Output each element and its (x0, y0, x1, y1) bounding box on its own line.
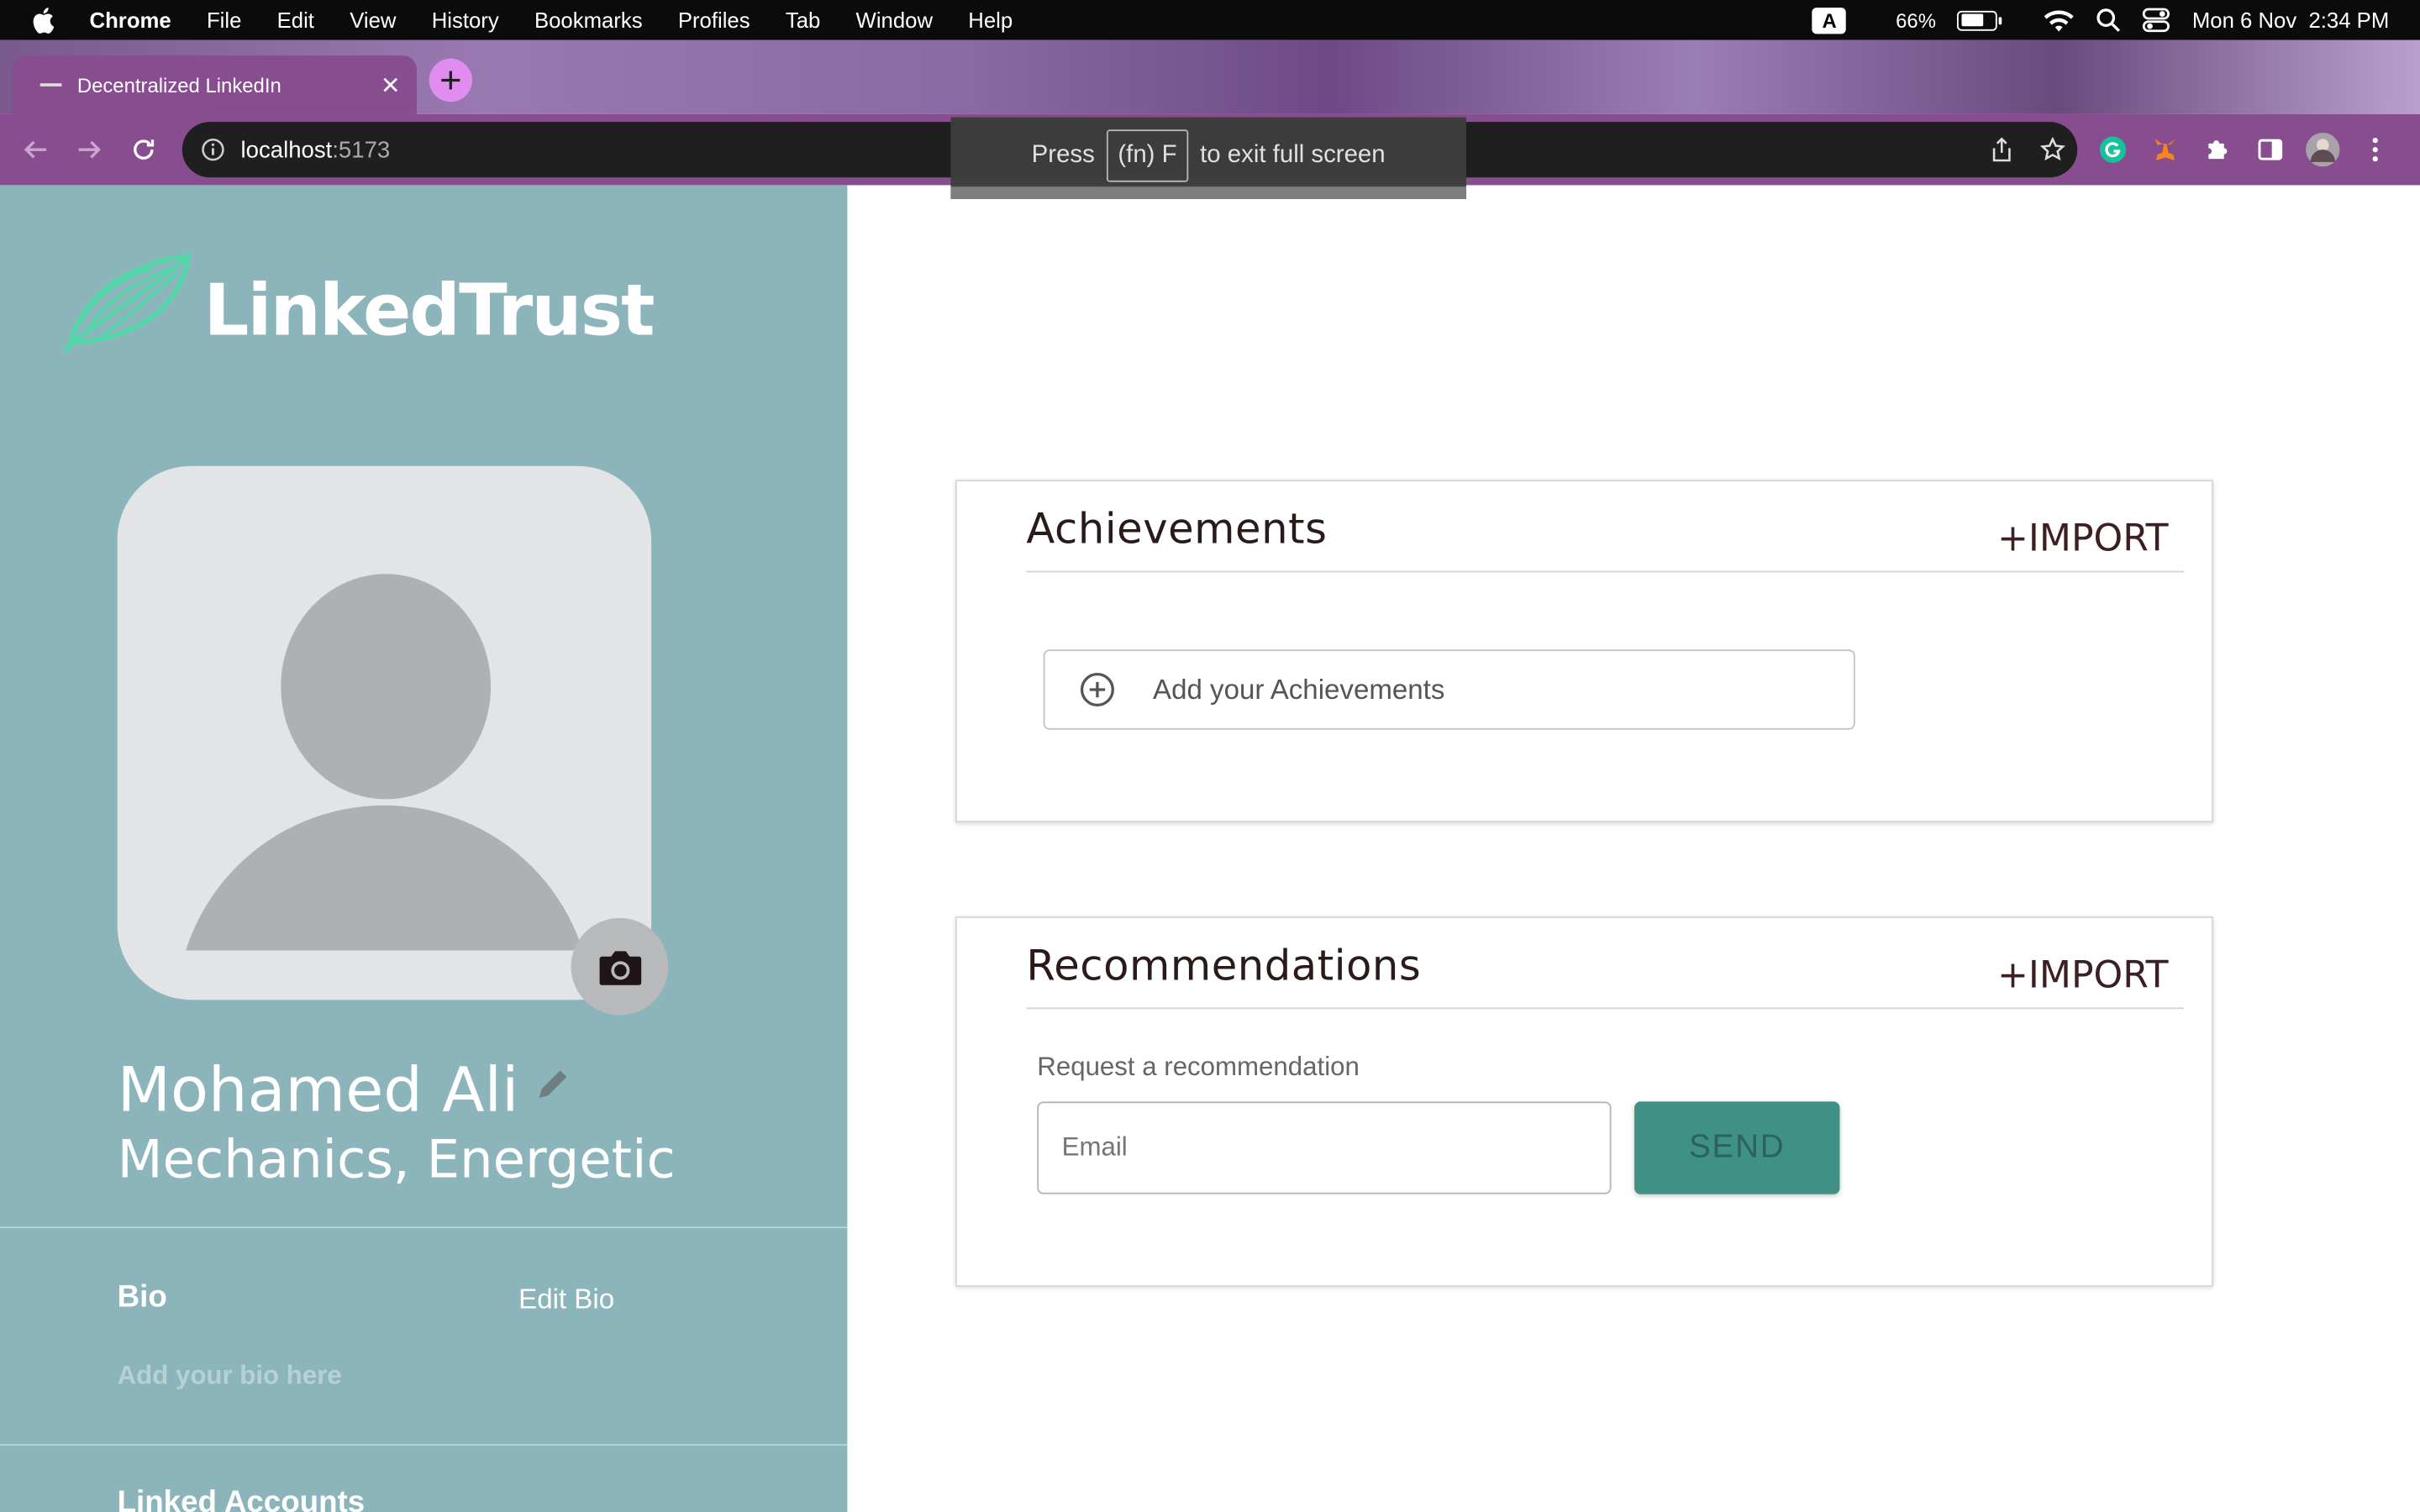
site-info-icon[interactable] (201, 137, 225, 161)
menu-app-name[interactable]: Chrome (90, 8, 171, 32)
achievements-card: Achievements +IMPORT Add your Achievemen… (955, 480, 2213, 822)
back-arrow-icon[interactable] (15, 129, 55, 170)
fullscreen-exit-toast: Press (fn) F to exit full screen (950, 117, 1466, 199)
card-divider (1026, 1007, 2184, 1010)
menu-tab[interactable]: Tab (786, 8, 820, 32)
spotlight-search-icon[interactable] (2096, 8, 2121, 32)
battery-percent: 66% (1896, 8, 1936, 32)
sidebar-divider (0, 1226, 848, 1229)
grammarly-extension-icon[interactable] (2096, 133, 2129, 166)
metamask-extension-icon[interactable] (2149, 133, 2182, 166)
recommendations-import-button[interactable]: +IMPORT (1997, 953, 2169, 996)
achievements-title: Achievements (1026, 506, 1328, 554)
email-input[interactable] (1037, 1101, 1612, 1194)
recommendations-card: Recommendations +IMPORT Request a recomm… (955, 916, 2213, 1287)
menu-edit[interactable]: Edit (277, 8, 314, 32)
card-divider (1026, 570, 2184, 573)
side-panel-icon[interactable] (2254, 133, 2287, 166)
add-achievements-button[interactable]: Add your Achievements (1043, 649, 1855, 730)
extensions-puzzle-icon[interactable] (2201, 133, 2234, 166)
bio-placeholder-text: Add your bio here (117, 1360, 342, 1390)
control-center-icon[interactable] (2143, 8, 2170, 33)
reload-icon[interactable] (124, 129, 164, 170)
menu-history[interactable]: History (432, 8, 499, 32)
menu-file[interactable]: File (207, 8, 241, 32)
bio-heading: Bio (117, 1280, 167, 1315)
tab-close-icon[interactable] (373, 68, 407, 102)
linked-accounts-heading: Linked Accounts (117, 1485, 366, 1512)
share-icon[interactable] (1991, 137, 2012, 162)
menu-window[interactable]: Window (856, 8, 933, 32)
chrome-menu-icon[interactable] (2359, 133, 2392, 166)
profile-name: Mohamed Ali (117, 1055, 519, 1126)
toast-key: (fn) F (1107, 129, 1188, 181)
wifi-icon[interactable] (2044, 8, 2075, 32)
tab-strip: Decentralized LinkedIn (0, 39, 2420, 114)
brand-name[interactable]: LinkedTrust (203, 269, 655, 352)
forward-arrow-icon[interactable] (70, 129, 110, 170)
clock-datetime[interactable]: Mon 6 Nov 2:34 PM (2192, 8, 2389, 32)
add-achievements-label: Add your Achievements (1153, 673, 1445, 705)
linkedtrust-logo-icon (61, 247, 200, 355)
sidebar-divider (0, 1444, 848, 1446)
camera-icon (598, 950, 641, 984)
new-tab-button[interactable] (429, 58, 473, 102)
toast-rest-text: to exit full screen (1200, 141, 1386, 168)
menu-bookmarks[interactable]: Bookmarks (534, 8, 643, 32)
battery-icon[interactable] (1957, 9, 2002, 30)
tab-title: Decentralized LinkedIn (76, 73, 281, 97)
request-recommendation-label: Request a recommendation (1037, 1052, 1360, 1082)
menu-help[interactable]: Help (968, 8, 1013, 32)
send-button[interactable]: SEND (1634, 1101, 1840, 1194)
apple-icon[interactable] (31, 6, 59, 34)
input-source-indicator[interactable]: A (1812, 7, 1847, 34)
toast-press-text: Press (1031, 141, 1095, 168)
achievements-import-button[interactable]: +IMPORT (1997, 517, 2169, 559)
bookmark-star-icon[interactable] (2040, 137, 2065, 161)
url-host: localhost (240, 136, 333, 163)
profile-headline: Mechanics, Energetic (117, 1129, 676, 1191)
edit-pencil-icon[interactable] (535, 1064, 572, 1101)
url-port: :5173 (332, 136, 391, 163)
tab-favicon-icon (39, 83, 62, 87)
upload-photo-button[interactable] (571, 917, 669, 1016)
menu-bar: Chrome File Edit View History Bookmarks … (0, 0, 2420, 40)
avatar-head-shape (281, 574, 492, 800)
recommendations-title: Recommendations (1026, 942, 1422, 991)
profile-avatar-placeholder (117, 465, 652, 1000)
plus-icon (441, 71, 460, 90)
menu-profiles[interactable]: Profiles (678, 8, 750, 32)
edit-bio-button[interactable]: Edit Bio (518, 1284, 614, 1316)
profile-avatar[interactable] (2306, 132, 2340, 167)
menu-view[interactable]: View (350, 8, 396, 32)
active-tab[interactable]: Decentralized LinkedIn (12, 55, 417, 114)
add-circle-icon (1079, 671, 1116, 708)
